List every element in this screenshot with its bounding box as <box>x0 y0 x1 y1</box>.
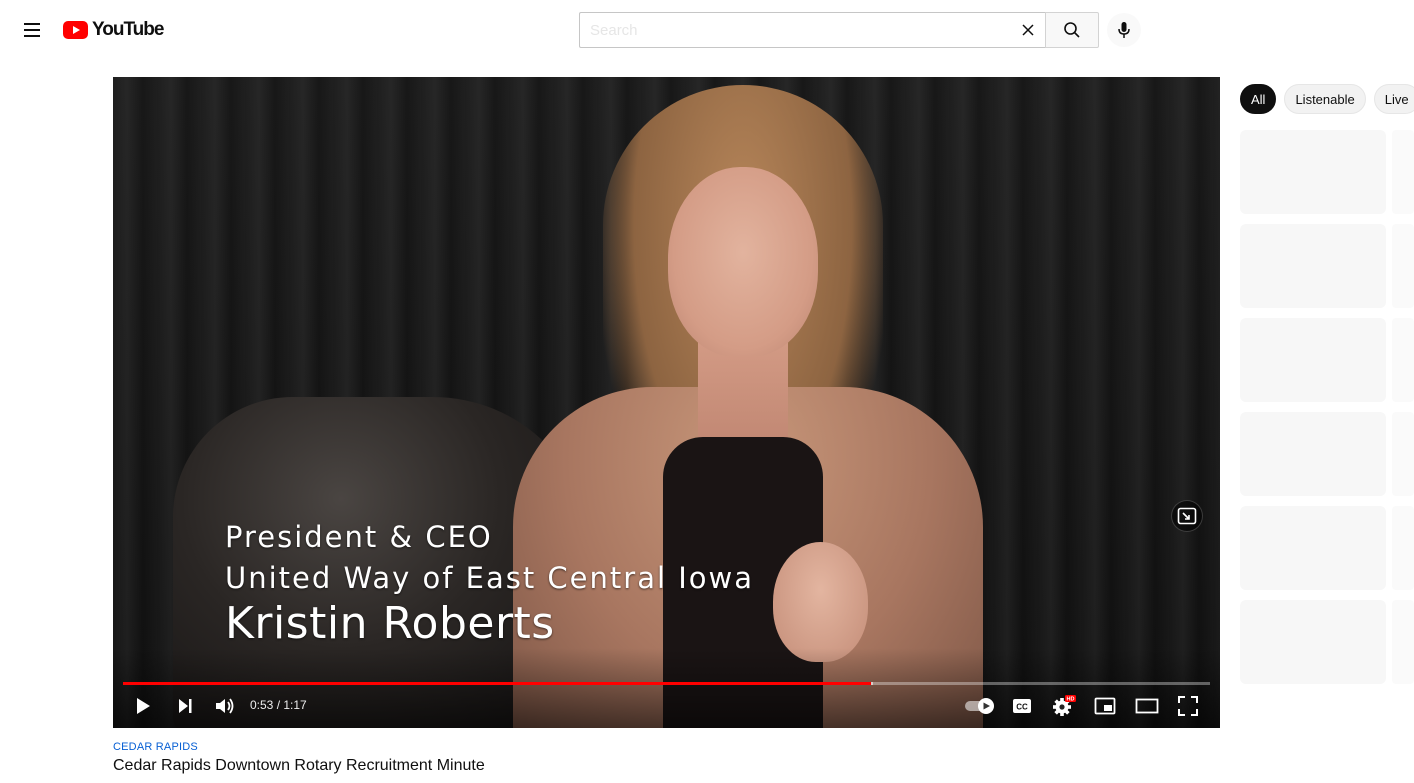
settings-button[interactable]: HD <box>1049 691 1079 721</box>
meta-placeholder <box>1392 224 1414 308</box>
meta-placeholder <box>1392 506 1414 590</box>
list-item[interactable] <box>1240 318 1414 402</box>
next-button[interactable] <box>171 691 199 721</box>
autoplay-toggle[interactable] <box>962 691 998 721</box>
play-button[interactable] <box>129 691 157 721</box>
meta-placeholder <box>1392 600 1414 684</box>
hd-badge: HD <box>1067 697 1075 703</box>
video-title: Cedar Rapids Downtown Rotary Recruitment… <box>113 757 485 774</box>
thumbnail-placeholder <box>1240 318 1386 402</box>
thumbnail-placeholder <box>1240 412 1386 496</box>
voice-search-button[interactable] <box>1107 13 1141 47</box>
progress-bar[interactable] <box>123 682 1210 685</box>
chip-all[interactable]: All <box>1240 84 1277 114</box>
svg-text:CC: CC <box>1016 703 1028 712</box>
volume-button[interactable] <box>211 691 239 721</box>
miniplayer-icon <box>1094 697 1116 715</box>
list-item[interactable] <box>1240 130 1414 214</box>
meta-placeholder <box>1392 412 1414 496</box>
lower-third-caption: President & CEO United Way of East Centr… <box>225 517 754 649</box>
list-item[interactable] <box>1240 600 1414 684</box>
list-item[interactable] <box>1240 506 1414 590</box>
skip-next-icon <box>179 699 192 713</box>
captions-button[interactable]: CC <box>1008 691 1036 721</box>
meta-placeholder <box>1392 318 1414 402</box>
chip-live[interactable]: Live <box>1373 84 1414 114</box>
search-box <box>579 12 1045 48</box>
youtube-play-logo-icon <box>63 21 88 39</box>
theater-icon <box>1135 698 1159 714</box>
mic-icon <box>1118 22 1130 38</box>
masthead: YouTube <box>0 0 1414 60</box>
video-player[interactable]: President & CEO United Way of East Centr… <box>113 77 1220 728</box>
youtube-logo[interactable]: YouTube <box>63 19 164 41</box>
chip-listenable[interactable]: Listenable <box>1284 84 1366 114</box>
list-item[interactable] <box>1240 412 1414 496</box>
search-input[interactable] <box>590 13 1010 47</box>
fullscreen-button[interactable] <box>1174 691 1202 721</box>
lower-third-line1: President & CEO <box>225 520 493 554</box>
thumbnail-placeholder <box>1240 600 1386 684</box>
play-icon <box>137 698 150 714</box>
logo-text: YouTube <box>92 19 164 40</box>
thumbnail-placeholder <box>1240 130 1386 214</box>
miniplayer-overlay-button[interactable] <box>1171 500 1203 532</box>
theater-mode-button[interactable] <box>1133 691 1161 721</box>
search-icon <box>1064 22 1080 38</box>
volume-icon <box>216 698 234 714</box>
miniplayer-button[interactable] <box>1091 691 1119 721</box>
fullscreen-icon <box>1178 696 1198 716</box>
thumbnail-placeholder <box>1240 224 1386 308</box>
time-display: 0:53 / 1:17 <box>250 698 307 712</box>
filter-chips-bar: All Listenable Live <box>1236 80 1414 120</box>
meta-placeholder <box>1392 130 1414 214</box>
gear-icon: HD <box>1053 695 1076 716</box>
progress-played <box>123 682 872 685</box>
cc-icon: CC <box>1013 699 1031 713</box>
lower-third-name: Kristin Roberts <box>225 598 555 649</box>
channel-tag-link[interactable]: CEDAR RAPIDS <box>113 741 198 753</box>
search-button[interactable] <box>1045 12 1099 48</box>
autoplay-toggle-icon <box>965 698 994 714</box>
list-item[interactable] <box>1240 224 1414 308</box>
hamburger-icon[interactable] <box>18 16 46 44</box>
miniplayer-icon <box>1177 507 1197 525</box>
lower-third-line2: United Way of East Central Iowa <box>225 561 755 595</box>
close-icon[interactable] <box>1015 17 1041 43</box>
thumbnail-placeholder <box>1240 506 1386 590</box>
